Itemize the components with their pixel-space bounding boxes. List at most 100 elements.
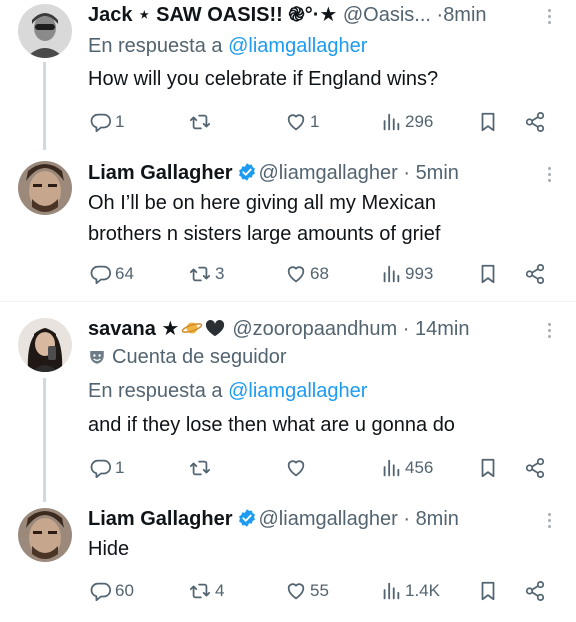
- views-button[interactable]: 456: [380, 456, 433, 480]
- share-button[interactable]: [524, 456, 546, 480]
- views-button[interactable]: 1.4K: [380, 579, 440, 603]
- tweet-header: Liam Gallagher @liamgallagher · 8min: [88, 505, 536, 533]
- follower-account-label: Cuenta de seguidor: [88, 343, 287, 371]
- bookmark-icon: [481, 581, 495, 601]
- tweet-4[interactable]: Liam Gallagher @liamgallagher · 8min Hide…: [0, 492, 576, 622]
- like-button[interactable]: 55: [285, 579, 329, 603]
- repost-button[interactable]: 3: [188, 262, 224, 286]
- like-icon: [287, 266, 305, 283]
- views-icon: [383, 113, 400, 131]
- bookmark-icon: [481, 458, 495, 478]
- tweet-header: Jack ⋆ SAW OASIS!! ֎°·★ @Oasis... ·8min: [88, 1, 536, 29]
- share-icon: [525, 263, 545, 285]
- views-button[interactable]: 296: [380, 110, 433, 134]
- reply-button[interactable]: 1: [90, 110, 124, 134]
- display-name[interactable]: Jack ⋆ SAW OASIS!! ֎°·★: [88, 4, 337, 26]
- bookmark-button[interactable]: [477, 110, 499, 134]
- timestamp[interactable]: 8min: [416, 508, 459, 530]
- repost-count: 3: [215, 264, 225, 283]
- verified-badge-icon: [238, 509, 255, 527]
- action-bar: 64 3 68 993: [88, 262, 554, 286]
- verified-badge-icon: [238, 163, 255, 181]
- avatar-jack[interactable]: [18, 4, 72, 58]
- tweet-1[interactable]: Jack ⋆ SAW OASIS!! ֎°·★ @Oasis... ·8min …: [0, 0, 576, 150]
- tweet-header: savana ★ @zooropaandhum · 14min: [88, 315, 536, 343]
- bookmark-button[interactable]: [477, 262, 499, 286]
- reply-icon: [90, 459, 112, 479]
- bookmark-icon: [481, 264, 495, 284]
- separator-dot: ·: [402, 318, 410, 340]
- reply-prefix: En respuesta a: [88, 380, 223, 402]
- handle[interactable]: @liamgallagher: [259, 508, 398, 530]
- handle[interactable]: @zooropaandhum: [232, 318, 397, 340]
- black-heart-emoji-icon: [206, 319, 225, 337]
- views-count: 993: [405, 264, 434, 283]
- planet-emoji-icon: [182, 322, 203, 334]
- tweet-3[interactable]: savana ★ @zooropaandhum · 14min Cuenta de…: [0, 302, 576, 502]
- more-options-icon[interactable]: [546, 6, 552, 27]
- reply-to-handle[interactable]: @liamgallagher: [228, 380, 367, 402]
- views-icon: [383, 265, 400, 283]
- like-button[interactable]: [285, 456, 310, 480]
- more-options-icon[interactable]: [546, 320, 552, 341]
- handle[interactable]: @Oasis...: [343, 4, 431, 26]
- display-name[interactable]: Liam Gallagher: [88, 508, 233, 530]
- repost-icon: [189, 583, 211, 599]
- display-name[interactable]: savana ★: [88, 318, 179, 340]
- share-button[interactable]: [524, 579, 546, 603]
- repost-button[interactable]: [188, 456, 215, 480]
- handle[interactable]: @liamgallagher: [259, 162, 398, 184]
- reply-count: 60: [115, 581, 134, 600]
- share-button[interactable]: [524, 110, 546, 134]
- tweet-text: How will you celebrate if England wins?: [88, 68, 439, 90]
- reply-to-handle[interactable]: @liamgallagher: [228, 35, 367, 57]
- reply-button[interactable]: 60: [90, 579, 134, 603]
- reply-button[interactable]: 1: [90, 456, 124, 480]
- views-icon: [383, 582, 400, 600]
- like-count: 1: [310, 112, 320, 131]
- avatar-liam[interactable]: [18, 508, 72, 562]
- timestamp[interactable]: 14min: [415, 318, 469, 340]
- display-name[interactable]: Liam Gallagher: [88, 162, 233, 184]
- bookmark-icon: [481, 112, 495, 132]
- avatar-savana[interactable]: [18, 318, 72, 372]
- bookmark-button[interactable]: [477, 579, 499, 603]
- follower-mask-icon: [90, 351, 104, 364]
- tweet-text: and if they lose then what are u gonna d…: [88, 414, 455, 436]
- tweet-text-line-2: brothers n sisters large amounts of grie…: [88, 223, 441, 245]
- more-options-icon[interactable]: [546, 510, 552, 531]
- reply-icon: [90, 265, 112, 285]
- more-options-icon[interactable]: [546, 164, 552, 185]
- action-bar: 1 1 296: [88, 110, 554, 134]
- views-count: 456: [405, 458, 434, 477]
- like-count: 68: [310, 264, 329, 283]
- tweet-2[interactable]: Liam Gallagher @liamgallagher · 5min Oh I…: [0, 150, 576, 300]
- share-icon: [525, 457, 545, 479]
- timestamp[interactable]: 8min: [443, 4, 486, 26]
- reply-icon: [90, 582, 112, 602]
- tweet-text-line-1: Oh I’ll be on here giving all my Mexican: [88, 192, 436, 214]
- avatar-liam[interactable]: [18, 161, 72, 215]
- repost-icon: [189, 460, 211, 476]
- reply-button[interactable]: 64: [90, 262, 134, 286]
- repost-count: 4: [215, 581, 225, 600]
- reply-prefix: En respuesta a: [88, 35, 223, 57]
- follower-label-text: Cuenta de seguidor: [112, 346, 287, 368]
- separator-dot: ·: [403, 162, 410, 184]
- like-button[interactable]: 68: [285, 262, 329, 286]
- reply-count: 1: [115, 112, 125, 131]
- share-icon: [525, 111, 545, 133]
- like-count: 55: [310, 581, 329, 600]
- views-button[interactable]: 993: [380, 262, 433, 286]
- reply-icon: [90, 113, 112, 133]
- action-bar: 60 4 55 1.4K: [88, 579, 554, 603]
- views-count: 1.4K: [405, 581, 440, 600]
- reply-context: En respuesta a @liamgallagher: [88, 377, 367, 405]
- repost-button[interactable]: 4: [188, 579, 224, 603]
- views-icon: [383, 459, 400, 477]
- like-button[interactable]: 1: [285, 110, 319, 134]
- share-button[interactable]: [524, 262, 546, 286]
- repost-button[interactable]: [188, 110, 215, 134]
- bookmark-button[interactable]: [477, 456, 499, 480]
- timestamp[interactable]: 5min: [416, 162, 459, 184]
